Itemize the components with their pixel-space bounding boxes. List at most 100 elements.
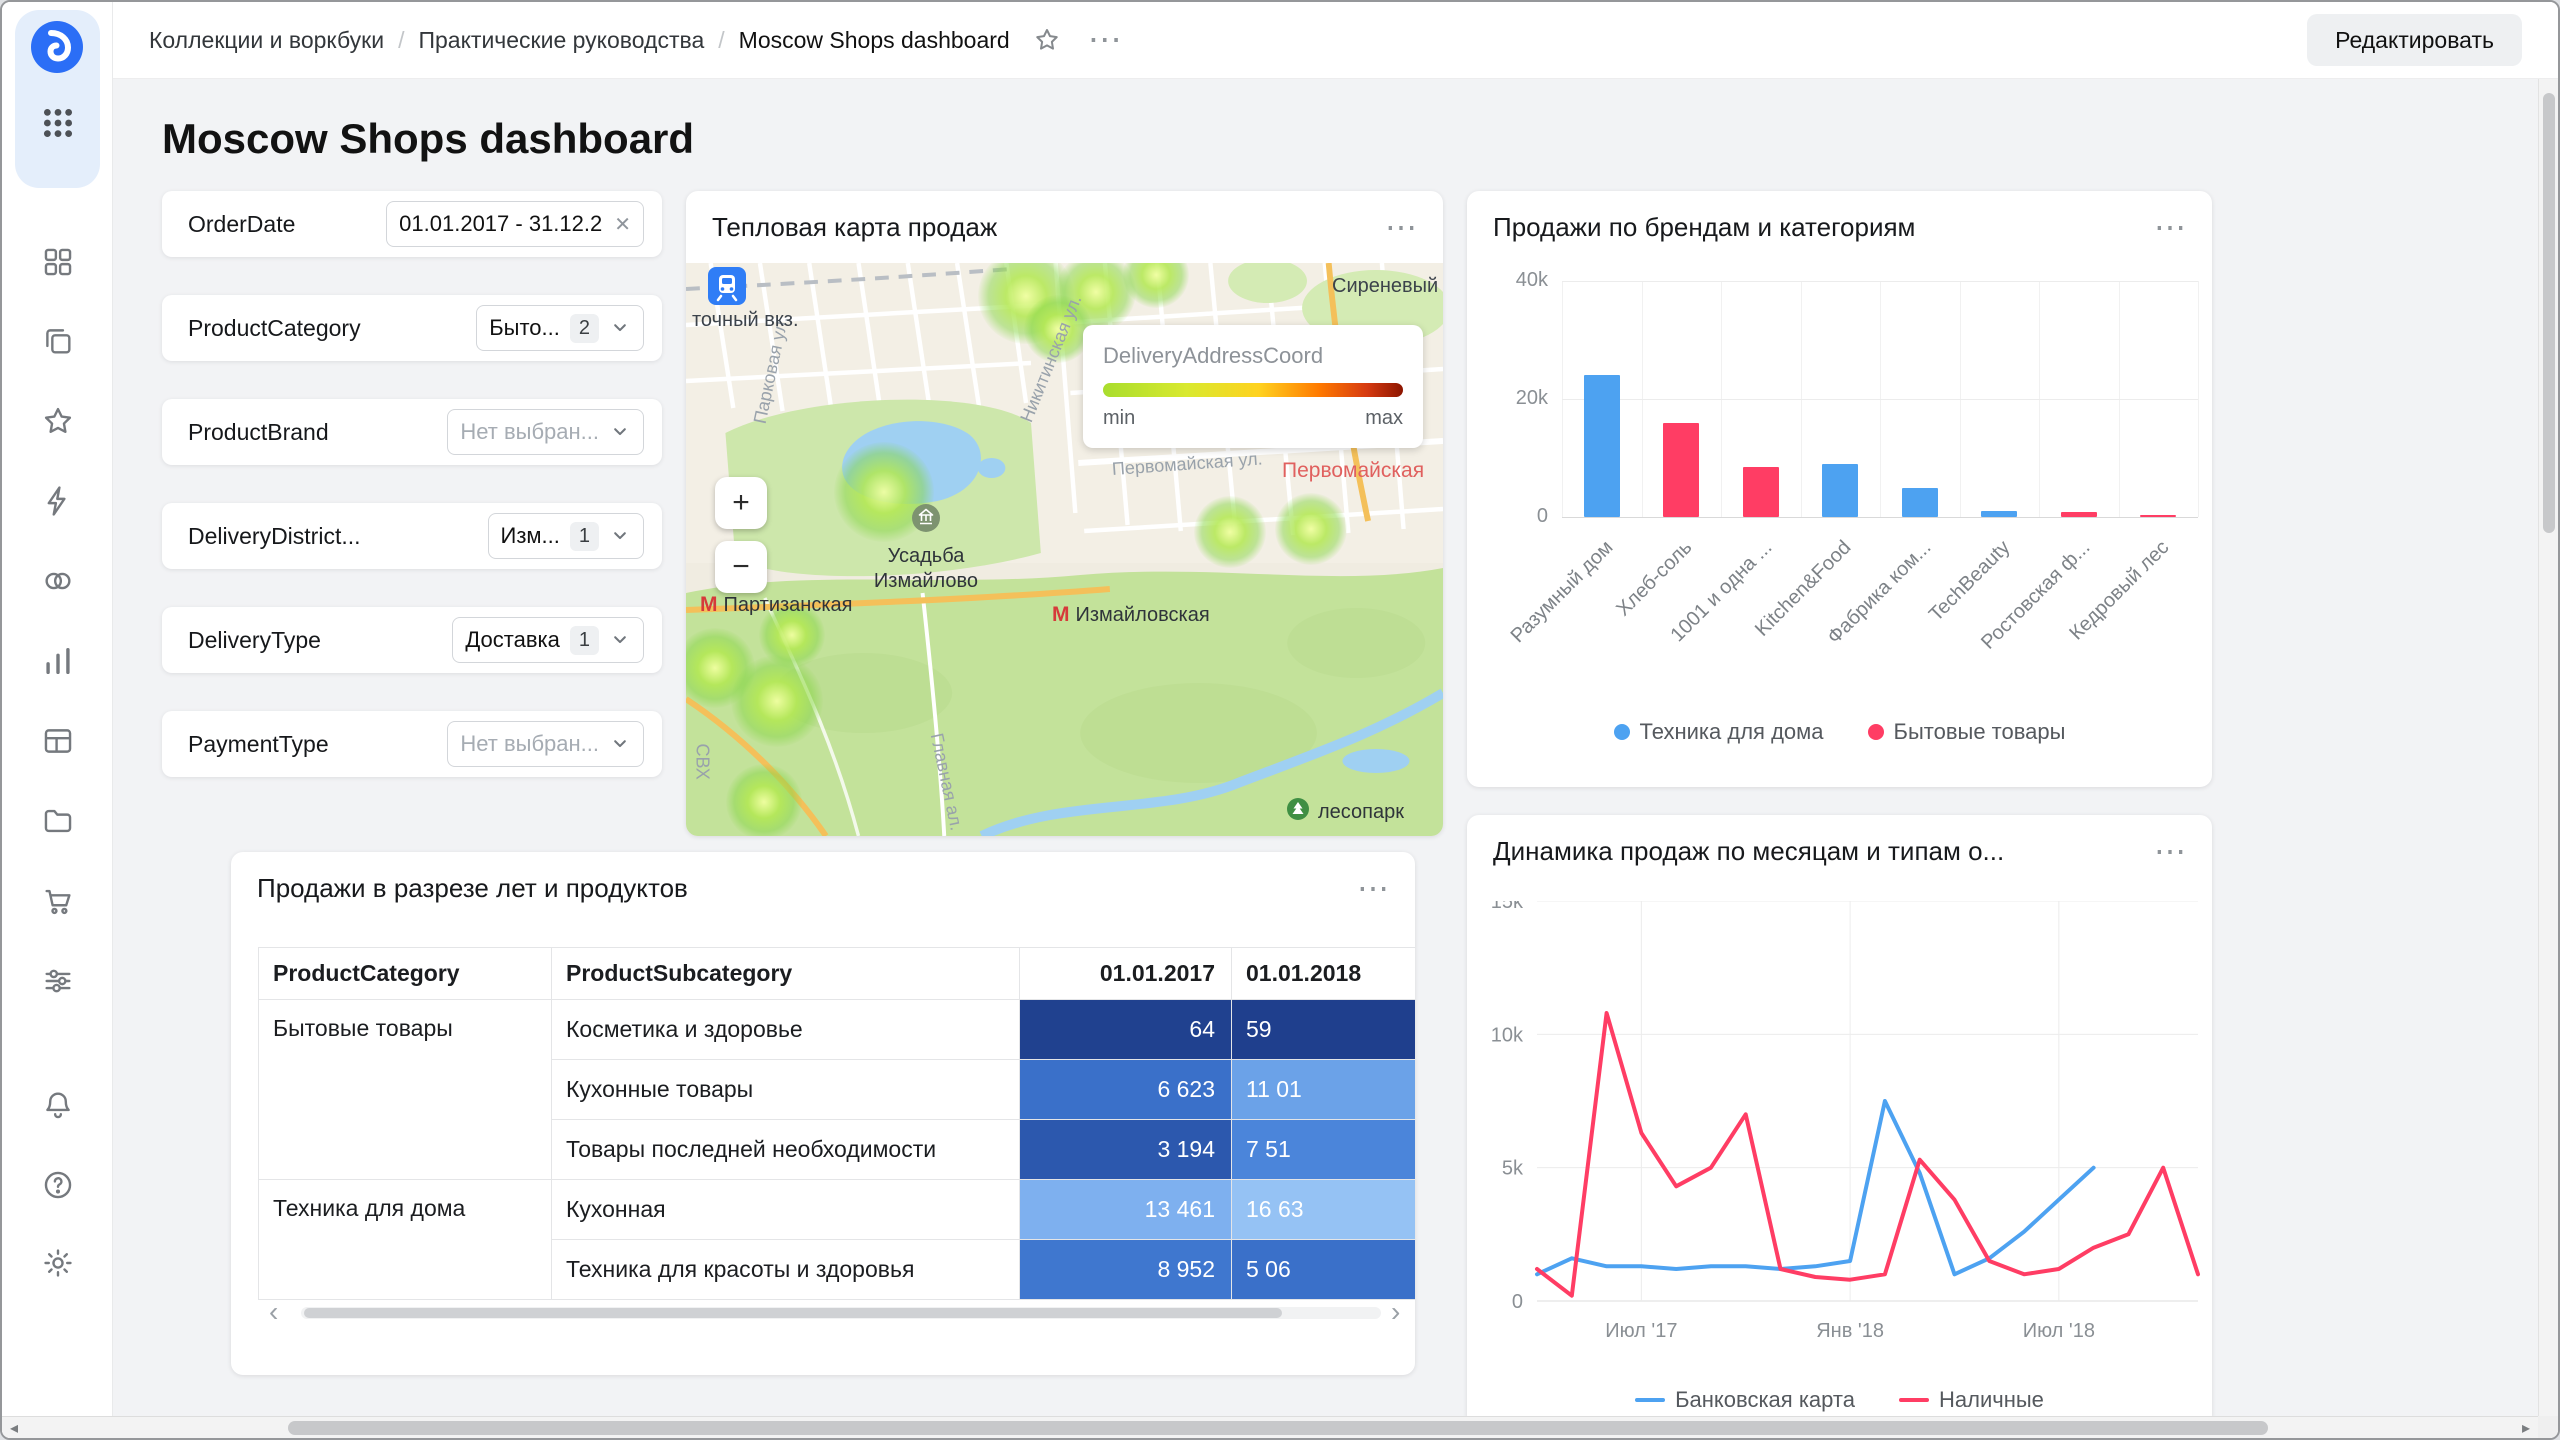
x-axis-label: Кедровый лес	[2065, 536, 2174, 645]
grid-line	[2198, 281, 2199, 517]
widget-menu-icon[interactable]: ⋯	[1385, 211, 1417, 243]
map-label: Главная ал.	[926, 731, 967, 832]
filter-control[interactable]: Изм... 1	[487, 513, 644, 559]
grid-line	[1562, 517, 2198, 518]
subcategory-cell: Кухонная	[551, 1179, 1020, 1240]
filter-control[interactable]: Нет выбран...	[447, 721, 644, 767]
line-chart-legend: Банковская карта Наличные	[1467, 1387, 2212, 1413]
svg-text:15k: 15k	[1491, 901, 1524, 913]
folder-icon	[41, 804, 75, 841]
scroll-right-arrow-icon[interactable]: ▸	[2522, 1418, 2530, 1438]
svg-text:Янв '18: Янв '18	[1816, 1320, 1884, 1342]
widget-menu-icon[interactable]: ⋯	[2154, 835, 2186, 867]
legend-dot-icon	[1613, 724, 1630, 740]
breadcrumb-item-collections[interactable]: Коллекции и воркбуки	[149, 27, 384, 54]
filter-control[interactable]: Быто... 2	[476, 305, 644, 351]
sidebar-item-services[interactable]	[30, 954, 86, 1010]
y-axis-tick: 0	[1536, 505, 1548, 527]
map-label: Первомайская	[1282, 459, 1424, 483]
heatmap-card: Тепловая карта продаж ⋯ Сиреневый Никити…	[686, 191, 1443, 836]
table-scroll-right-icon[interactable]: ›	[1391, 1298, 1400, 1326]
table-scroll-left-icon[interactable]: ‹	[269, 1298, 278, 1326]
filter-control[interactable]: 01.01.2017 - 31.12.2 ✕	[386, 201, 644, 247]
sidebar-item-files[interactable]	[30, 794, 86, 850]
question-icon	[41, 1168, 75, 1205]
sidebar-item-connections[interactable]	[30, 474, 86, 530]
bar-Ростовская ф...[interactable]	[2060, 511, 2097, 517]
legend-label: Наличные	[1938, 1387, 2044, 1412]
bar-1001 и одна ...[interactable]	[1742, 466, 1779, 517]
filter-value: 01.01.2017 - 31.12.2	[399, 211, 603, 236]
page-horizontal-scrollbar[interactable]: ◂ ▸	[2, 1416, 2558, 1438]
filter-control[interactable]: Доставка 1	[452, 617, 644, 663]
cart-icon	[41, 884, 75, 921]
bell-icon	[41, 1088, 75, 1125]
dashboard-area: Moscow Shops dashboard OrderDate 01.01.20…	[113, 79, 2558, 1438]
lightning-icon	[41, 484, 75, 521]
filter-control[interactable]: Нет выбран...	[447, 409, 644, 455]
pivot-table-wrapper: ProductCategory ProductSubcategory 01.01.2…	[258, 947, 1415, 1300]
sidebar-item-marketplace[interactable]	[30, 874, 86, 930]
vertical-scrollbar-thumb[interactable]	[2543, 93, 2555, 533]
widget-title: Тепловая карта продаж	[712, 211, 998, 242]
filter-deliverytype: DeliveryType Доставка 1	[162, 607, 662, 673]
widget-title: Продажи по брендам и категориям	[1493, 211, 1916, 242]
sidebar-item-charts[interactable]	[30, 634, 86, 690]
chevron-down-icon	[609, 525, 631, 547]
sidebar-item-tables[interactable]	[30, 714, 86, 770]
scroll-left-arrow-icon[interactable]: ◂	[10, 1418, 18, 1438]
filter-value: Доставка	[465, 627, 560, 652]
edit-button[interactable]: Редактировать	[2307, 14, 2522, 66]
sidebar-item-settings[interactable]	[30, 1236, 86, 1292]
svg-text:10k: 10k	[1491, 1024, 1524, 1046]
map-label: М Измайловская	[1052, 603, 1210, 627]
sidebar-item-dashboards[interactable]	[30, 235, 86, 291]
dashboards-icon	[41, 245, 75, 282]
apps-grid-icon[interactable]	[41, 106, 75, 140]
bar-Хлеб-соль[interactable]	[1663, 422, 1700, 517]
breadcrumb-item-guides[interactable]: Практические руководства	[418, 27, 704, 54]
legend-item[interactable]: Наличные	[1898, 1387, 2044, 1413]
map-label: СВХ	[692, 744, 713, 780]
bar-Фабрика ком...[interactable]	[1901, 487, 1938, 517]
legend-item[interactable]: Бытовые товары	[1867, 719, 2065, 745]
sidebar-item-help[interactable]	[30, 1158, 86, 1214]
bar-Кедровый лес[interactable]	[2140, 514, 2177, 517]
datalens-logo-icon[interactable]	[30, 20, 84, 74]
more-menu-icon[interactable]: ⋯	[1088, 23, 1122, 57]
value-2017-cell: 8 952	[1019, 1239, 1232, 1300]
legend-item[interactable]: Банковская карта	[1635, 1387, 1855, 1413]
legend-item[interactable]: Техника для дома	[1613, 719, 1824, 745]
column-header: 01.01.2017	[1019, 947, 1232, 1000]
sidebar-item-collections[interactable]	[30, 314, 86, 370]
widget-menu-icon[interactable]: ⋯	[2154, 211, 2186, 243]
filter-count-badge: 1	[569, 625, 599, 655]
map-canvas[interactable]: Сиреневый Никитинская ул. Парковая ул. Перв…	[686, 263, 1443, 836]
x-axis-label: Хлеб-соль	[1612, 536, 1697, 621]
bar-Разумный дом[interactable]	[1583, 375, 1620, 517]
zoom-out-button[interactable]: −	[715, 541, 767, 593]
table-scrollbar-thumb[interactable]	[304, 1308, 1282, 1318]
column-header: 01.01.2018	[1231, 947, 1415, 1000]
sidebar-item-notifications[interactable]	[30, 1078, 86, 1134]
zoom-in-button[interactable]: +	[715, 477, 767, 529]
map-label: Сиреневый	[1332, 275, 1438, 298]
favorite-star-icon[interactable]	[1032, 25, 1062, 55]
horizontal-scrollbar-thumb[interactable]	[288, 1421, 2268, 1435]
bar-TechBeauty[interactable]	[1981, 510, 2018, 517]
sidebar-item-favorites[interactable]	[30, 394, 86, 450]
value-2017-cell: 3 194	[1019, 1119, 1232, 1180]
breadcrumb-separator: /	[398, 26, 405, 53]
page-vertical-scrollbar[interactable]	[2538, 79, 2558, 1416]
clear-icon[interactable]: ✕	[614, 212, 631, 237]
widget-title: Динамика продаж по месяцам и типам о...	[1493, 835, 2005, 866]
table-horizontal-scrollbar[interactable]	[301, 1307, 1381, 1319]
sidebar-item-datasets[interactable]	[30, 554, 86, 610]
svg-text:5k: 5k	[1502, 1158, 1524, 1180]
filter-count-badge: 2	[569, 313, 599, 343]
widget-menu-icon[interactable]: ⋯	[1357, 872, 1389, 904]
bar-Kitchen&Food[interactable]	[1822, 463, 1859, 517]
x-axis-label: Kitchen&Food	[1751, 536, 1856, 641]
subcategory-cell: Косметика и здоровье	[551, 999, 1020, 1060]
chevron-down-icon	[609, 629, 631, 651]
